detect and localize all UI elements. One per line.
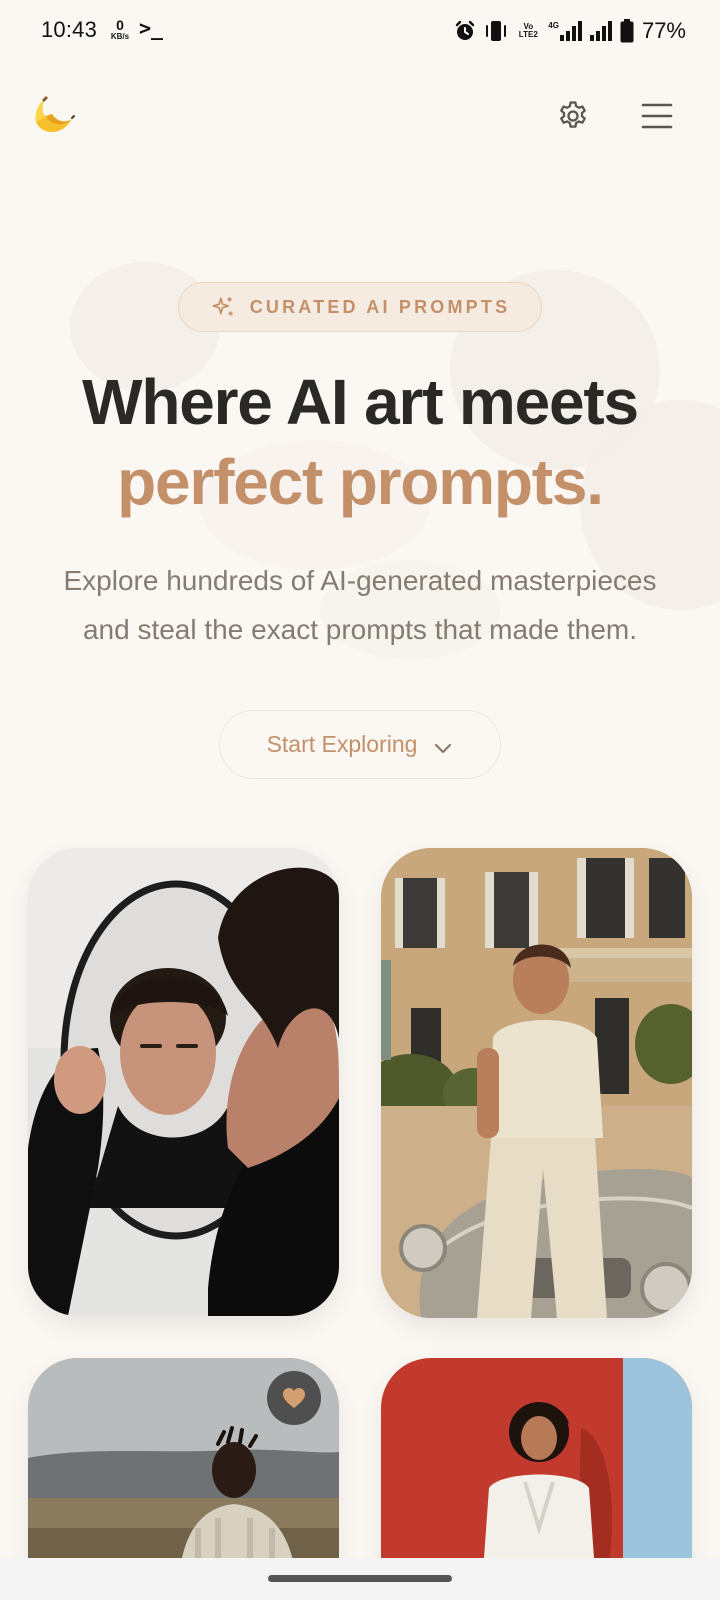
- banana-icon[interactable]: [28, 92, 76, 140]
- gesture-handle[interactable]: [268, 1575, 452, 1582]
- signal-strength-icon: 4G: [548, 21, 582, 41]
- gallery-card[interactable]: [28, 848, 339, 1316]
- sparkles-icon: [210, 294, 236, 320]
- battery-icon: [620, 19, 634, 43]
- favorite-button[interactable]: [267, 1371, 321, 1425]
- start-exploring-label: Start Exploring: [266, 731, 418, 757]
- headline-line-2: perfect prompts.: [117, 446, 604, 518]
- status-time: 10:43: [41, 17, 98, 42]
- start-exploring-button[interactable]: Start Exploring: [219, 710, 501, 779]
- subtitle-line-1: Explore hundreds of AI-generated masterp…: [63, 565, 657, 596]
- terminal-icon: >_: [139, 16, 164, 40]
- gallery-image: [381, 848, 692, 1318]
- volte-icon: Vo LTE2: [518, 22, 538, 39]
- status-icons: Vo LTE2 4G 77%: [454, 16, 686, 46]
- vibrate-icon: [484, 19, 508, 43]
- heart-icon: [282, 1387, 306, 1409]
- page: 10:43 0 KB/s >_ Vo LTE2 4G 77% CURATED A…: [0, 0, 720, 1600]
- subtitle-line-2: and steal the exact prompts that made th…: [82, 614, 638, 645]
- network-speed-value: 0: [116, 17, 124, 33]
- hero-headline: Where AI art meets perfect prompts.: [0, 362, 720, 522]
- signal-strength-icon: [589, 21, 612, 41]
- chevron-down-icon: [433, 741, 453, 755]
- curated-badge: CURATED AI PROMPTS: [178, 282, 542, 332]
- headline-line-1: Where AI art meets: [82, 366, 639, 438]
- network-speed: 0 KB/s: [104, 18, 136, 41]
- gallery-image: [28, 848, 339, 1316]
- settings-button[interactable]: [553, 96, 593, 136]
- gallery-card[interactable]: [381, 848, 692, 1318]
- hamburger-menu-icon: [641, 102, 673, 130]
- menu-button[interactable]: [635, 96, 679, 136]
- gear-icon: [556, 99, 590, 133]
- network-type-label: 4G: [548, 21, 559, 30]
- badge-label: CURATED AI PROMPTS: [249, 296, 511, 317]
- alarm-icon: [454, 20, 476, 42]
- status-bar: 10:43 0 KB/s >_ Vo LTE2 4G 77%: [0, 0, 720, 64]
- hero-subtitle: Explore hundreds of AI-generated masterp…: [30, 556, 690, 654]
- network-speed-unit: KB/s: [110, 32, 130, 41]
- battery-percent: 77%: [641, 18, 686, 43]
